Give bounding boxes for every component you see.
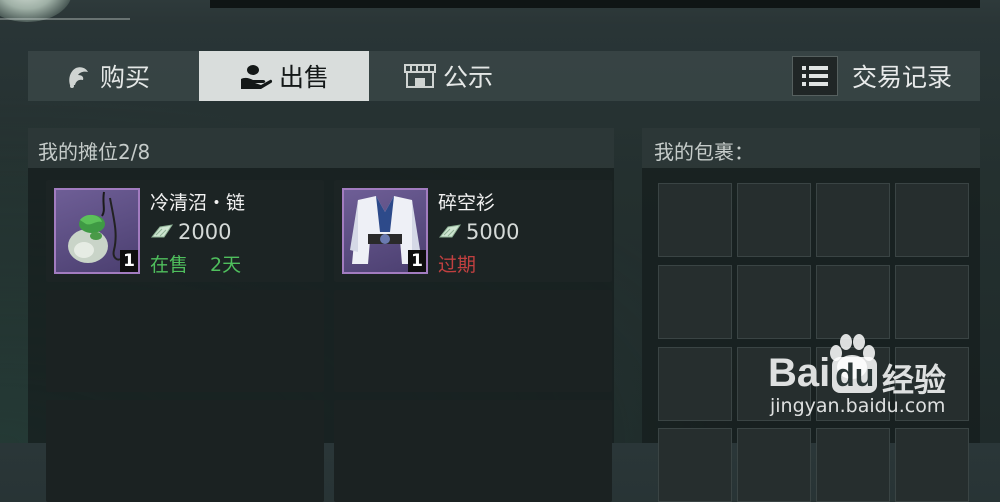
item-remaining-time: 2天 <box>210 254 242 276</box>
trade-records-label: 交易记录 <box>852 63 953 92</box>
list-icon <box>802 66 828 86</box>
stall-slot-empty[interactable] <box>46 290 324 392</box>
bag-title: 我的包裹： <box>654 140 754 164</box>
item-status: 过期 <box>438 250 476 277</box>
bag-cell[interactable] <box>816 183 890 257</box>
baidu-watermark: Bai du 经验 jingyan.baidu.com <box>768 333 1000 443</box>
item-status-label: 在售 <box>150 254 189 276</box>
stall-slot-1[interactable]: 1 冷清沼・链 2000 在售 2天 <box>46 180 324 282</box>
top-divider <box>0 18 130 20</box>
tab-sell[interactable]: 出售 <box>199 51 369 101</box>
shop-icon <box>404 64 436 88</box>
bag-cell[interactable] <box>816 265 890 339</box>
bag-cell[interactable] <box>895 183 969 257</box>
tab-notice-label: 公示 <box>443 63 494 92</box>
item-price: 2000 <box>150 220 231 244</box>
coin-hand-icon <box>240 65 273 89</box>
tab-buy[interactable]: 购买 <box>64 51 150 101</box>
hand-icon <box>69 67 88 88</box>
watermark-url: jingyan.baidu.com <box>770 395 946 417</box>
trade-records-button[interactable]: 交易记录 <box>792 55 952 97</box>
item-name: 冷清沼・链 <box>150 192 246 214</box>
bag-cell[interactable] <box>895 265 969 339</box>
item-quantity: 1 <box>120 250 138 272</box>
item-status-label: 过期 <box>438 254 477 276</box>
tab-sell-label: 出售 <box>278 63 329 92</box>
stall-slot-2[interactable]: 1 碎空衫 5000 过期 <box>334 180 612 282</box>
bag-cell[interactable] <box>658 347 732 421</box>
bag-cell[interactable] <box>658 265 732 339</box>
item-name: 碎空衫 <box>438 192 496 214</box>
bag-cell[interactable] <box>737 183 811 257</box>
item-price-value: 2000 <box>178 220 232 244</box>
item-price-value: 5000 <box>466 220 520 244</box>
top-panel-edge <box>210 0 980 8</box>
jade-currency-icon <box>438 224 462 238</box>
stall-slot-empty[interactable] <box>334 290 612 392</box>
stall-title: 我的摊位2/8 <box>38 140 151 164</box>
my-stall-panel: 我的摊位2/8 1 冷清沼・链 2000 在售 2天 1 碎空衫 5000 过期 <box>28 128 614 502</box>
stall-slot-empty[interactable] <box>334 400 612 502</box>
bag-cell[interactable] <box>658 183 732 257</box>
jade-currency-icon <box>150 224 174 238</box>
tab-buy-label: 购买 <box>100 63 151 92</box>
item-price: 5000 <box>438 220 519 244</box>
item-status: 在售 2天 <box>150 250 241 277</box>
bag-cell[interactable] <box>737 265 811 339</box>
list-icon-button[interactable] <box>792 56 838 96</box>
robe-icon[interactable]: 1 <box>342 188 428 274</box>
item-quantity: 1 <box>408 250 426 272</box>
watermark-logo: Bai du <box>768 351 878 396</box>
jade-pendant-icon[interactable]: 1 <box>54 188 140 274</box>
stall-slot-empty[interactable] <box>46 400 324 502</box>
tab-notice[interactable]: 公示 <box>403 51 493 101</box>
trade-tab-bar: 购买 出售 公示 交易记录 <box>28 51 980 101</box>
bag-cell[interactable] <box>658 428 732 502</box>
